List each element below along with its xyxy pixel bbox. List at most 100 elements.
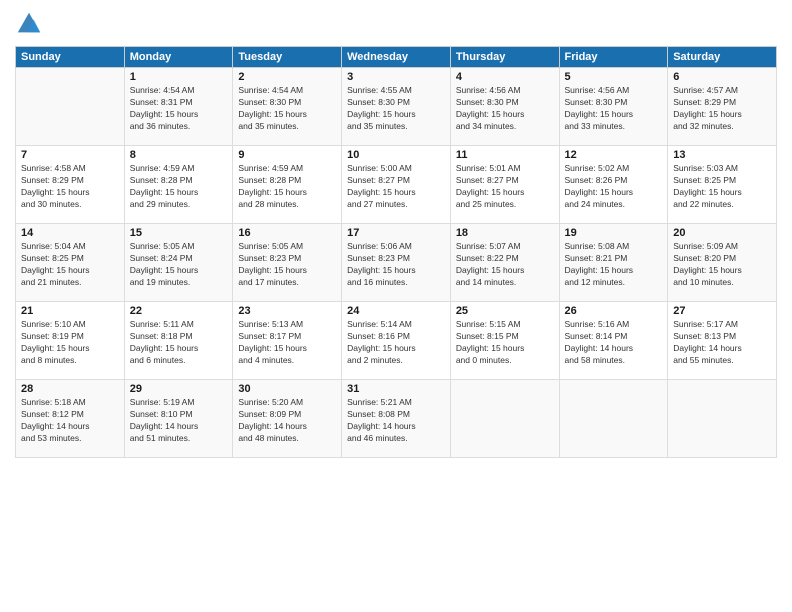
calendar-cell: 26Sunrise: 5:16 AM Sunset: 8:14 PM Dayli… (559, 302, 668, 380)
calendar-cell: 22 Sunrise: 5:11 AM Sunset: 8:18 PM Dayli… (124, 302, 233, 380)
day-number: 19 (565, 227, 663, 239)
day-info: Sunrise: 5:04 AM Sunset: 8:25 PM Dayligh… (21, 241, 119, 289)
calendar-cell: 17 Sunrise: 5:06 AM Sunset: 8:23 PM Dayli… (342, 224, 451, 302)
day-number: 17 (347, 227, 445, 239)
col-header-saturday: Saturday (668, 47, 777, 68)
day-number: 7 (21, 149, 119, 161)
day-number: 31 (347, 383, 445, 395)
calendar-cell: 11 Sunrise: 5:01 AM Sunset: 8:27 PM Dayli… (450, 146, 559, 224)
day-info: Sunrise: 4:58 AM Sunset: 8:29 PM Dayligh… (21, 163, 119, 211)
day-info: Sunrise: 5:05 AM Sunset: 8:24 PM Dayligh… (130, 241, 228, 289)
day-info: Sunrise: 5:03 AM Sunset: 8:25 PM Dayligh… (673, 163, 771, 211)
calendar-cell: 14 Sunrise: 5:04 AM Sunset: 8:25 PM Dayli… (16, 224, 125, 302)
day-number: 3 (347, 71, 445, 83)
calendar-cell: 4 Sunrise: 4:56 AM Sunset: 8:30 PM Daylig… (450, 68, 559, 146)
day-number: 14 (21, 227, 119, 239)
day-info: Sunrise: 5:00 AM Sunset: 8:27 PM Dayligh… (347, 163, 445, 211)
calendar-cell: 13 Sunrise: 5:03 AM Sunset: 8:25 PM Dayli… (668, 146, 777, 224)
page-header (15, 10, 777, 38)
day-number: 6 (673, 71, 771, 83)
day-info: Sunrise: 5:01 AM Sunset: 8:27 PM Dayligh… (456, 163, 554, 211)
day-info: Sunrise: 5:19 AM Sunset: 8:10 PM Dayligh… (130, 397, 228, 445)
day-number: 5 (565, 71, 663, 83)
day-info: Sunrise: 5:05 AM Sunset: 8:23 PM Dayligh… (238, 241, 336, 289)
calendar-cell: 5 Sunrise: 4:56 AM Sunset: 8:30 PM Daylig… (559, 68, 668, 146)
col-header-wednesday: Wednesday (342, 47, 451, 68)
day-info: Sunrise: 4:59 AM Sunset: 8:28 PM Dayligh… (130, 163, 228, 211)
day-number: 29 (130, 383, 228, 395)
day-info: Sunrise: 4:54 AM Sunset: 8:30 PM Dayligh… (238, 85, 336, 133)
day-info: Sunrise: 4:54 AM Sunset: 8:31 PM Dayligh… (130, 85, 228, 133)
calendar-cell: 8 Sunrise: 4:59 AM Sunset: 8:28 PM Daylig… (124, 146, 233, 224)
day-number: 16 (238, 227, 336, 239)
logo (15, 10, 45, 38)
day-number: 8 (130, 149, 228, 161)
calendar-cell: 15Sunrise: 5:05 AM Sunset: 8:24 PM Dayli… (124, 224, 233, 302)
day-info: Sunrise: 5:11 AM Sunset: 8:18 PM Dayligh… (130, 319, 228, 367)
calendar-cell (16, 68, 125, 146)
day-info: Sunrise: 4:57 AM Sunset: 8:29 PM Dayligh… (673, 85, 771, 133)
day-number: 20 (673, 227, 771, 239)
day-info: Sunrise: 5:02 AM Sunset: 8:26 PM Dayligh… (565, 163, 663, 211)
day-number: 23 (238, 305, 336, 317)
day-info: Sunrise: 5:17 AM Sunset: 8:13 PM Dayligh… (673, 319, 771, 367)
day-info: Sunrise: 5:13 AM Sunset: 8:17 PM Dayligh… (238, 319, 336, 367)
calendar-cell: 12 Sunrise: 5:02 AM Sunset: 8:26 PM Dayli… (559, 146, 668, 224)
day-info: Sunrise: 4:56 AM Sunset: 8:30 PM Dayligh… (565, 85, 663, 133)
calendar-cell: 1 Sunrise: 4:54 AM Sunset: 8:31 PM Daylig… (124, 68, 233, 146)
day-number: 9 (238, 149, 336, 161)
calendar-cell: 9 Sunrise: 4:59 AM Sunset: 8:28 PM Daylig… (233, 146, 342, 224)
calendar-cell (668, 380, 777, 458)
week-row-4: 21Sunrise: 5:10 AM Sunset: 8:19 PM Dayli… (16, 302, 777, 380)
calendar-cell: 23 Sunrise: 5:13 AM Sunset: 8:17 PM Dayli… (233, 302, 342, 380)
col-header-sunday: Sunday (16, 47, 125, 68)
day-info: Sunrise: 4:56 AM Sunset: 8:30 PM Dayligh… (456, 85, 554, 133)
calendar-cell: 27 Sunrise: 5:17 AM Sunset: 8:13 PM Dayli… (668, 302, 777, 380)
calendar-cell: 21Sunrise: 5:10 AM Sunset: 8:19 PM Dayli… (16, 302, 125, 380)
calendar-header-row: SundayMondayTuesdayWednesdayThursdayFrid… (16, 47, 777, 68)
day-info: Sunrise: 5:15 AM Sunset: 8:15 PM Dayligh… (456, 319, 554, 367)
day-info: Sunrise: 4:59 AM Sunset: 8:28 PM Dayligh… (238, 163, 336, 211)
week-row-2: 7 Sunrise: 4:58 AM Sunset: 8:29 PM Daylig… (16, 146, 777, 224)
day-info: Sunrise: 5:09 AM Sunset: 8:20 PM Dayligh… (673, 241, 771, 289)
day-number: 2 (238, 71, 336, 83)
calendar-cell: 25 Sunrise: 5:15 AM Sunset: 8:15 PM Dayli… (450, 302, 559, 380)
calendar-cell: 30Sunrise: 5:20 AM Sunset: 8:09 PM Dayli… (233, 380, 342, 458)
calendar-cell (559, 380, 668, 458)
day-number: 25 (456, 305, 554, 317)
day-number: 27 (673, 305, 771, 317)
day-number: 30 (238, 383, 336, 395)
day-info: Sunrise: 5:07 AM Sunset: 8:22 PM Dayligh… (456, 241, 554, 289)
calendar-cell: 6 Sunrise: 4:57 AM Sunset: 8:29 PM Daylig… (668, 68, 777, 146)
col-header-monday: Monday (124, 47, 233, 68)
day-info: Sunrise: 4:55 AM Sunset: 8:30 PM Dayligh… (347, 85, 445, 133)
logo-icon (15, 10, 43, 38)
calendar-cell: 2 Sunrise: 4:54 AM Sunset: 8:30 PM Daylig… (233, 68, 342, 146)
day-number: 1 (130, 71, 228, 83)
col-header-tuesday: Tuesday (233, 47, 342, 68)
day-number: 12 (565, 149, 663, 161)
calendar-cell: 28Sunrise: 5:18 AM Sunset: 8:12 PM Dayli… (16, 380, 125, 458)
calendar-cell: 31Sunrise: 5:21 AM Sunset: 8:08 PM Dayli… (342, 380, 451, 458)
day-number: 18 (456, 227, 554, 239)
day-number: 4 (456, 71, 554, 83)
calendar-cell: 24 Sunrise: 5:14 AM Sunset: 8:16 PM Dayli… (342, 302, 451, 380)
day-number: 22 (130, 305, 228, 317)
day-info: Sunrise: 5:06 AM Sunset: 8:23 PM Dayligh… (347, 241, 445, 289)
day-info: Sunrise: 5:14 AM Sunset: 8:16 PM Dayligh… (347, 319, 445, 367)
calendar-cell: 20 Sunrise: 5:09 AM Sunset: 8:20 PM Dayli… (668, 224, 777, 302)
calendar-cell: 19Sunrise: 5:08 AM Sunset: 8:21 PM Dayli… (559, 224, 668, 302)
day-info: Sunrise: 5:10 AM Sunset: 8:19 PM Dayligh… (21, 319, 119, 367)
day-info: Sunrise: 5:18 AM Sunset: 8:12 PM Dayligh… (21, 397, 119, 445)
day-info: Sunrise: 5:16 AM Sunset: 8:14 PM Dayligh… (565, 319, 663, 367)
col-header-friday: Friday (559, 47, 668, 68)
calendar-cell (450, 380, 559, 458)
day-number: 11 (456, 149, 554, 161)
calendar-cell: 10 Sunrise: 5:00 AM Sunset: 8:27 PM Dayli… (342, 146, 451, 224)
calendar-table: SundayMondayTuesdayWednesdayThursdayFrid… (15, 46, 777, 458)
day-number: 13 (673, 149, 771, 161)
calendar-cell: 18 Sunrise: 5:07 AM Sunset: 8:22 PM Dayli… (450, 224, 559, 302)
day-number: 10 (347, 149, 445, 161)
calendar-cell: 29 Sunrise: 5:19 AM Sunset: 8:10 PM Dayli… (124, 380, 233, 458)
day-number: 24 (347, 305, 445, 317)
